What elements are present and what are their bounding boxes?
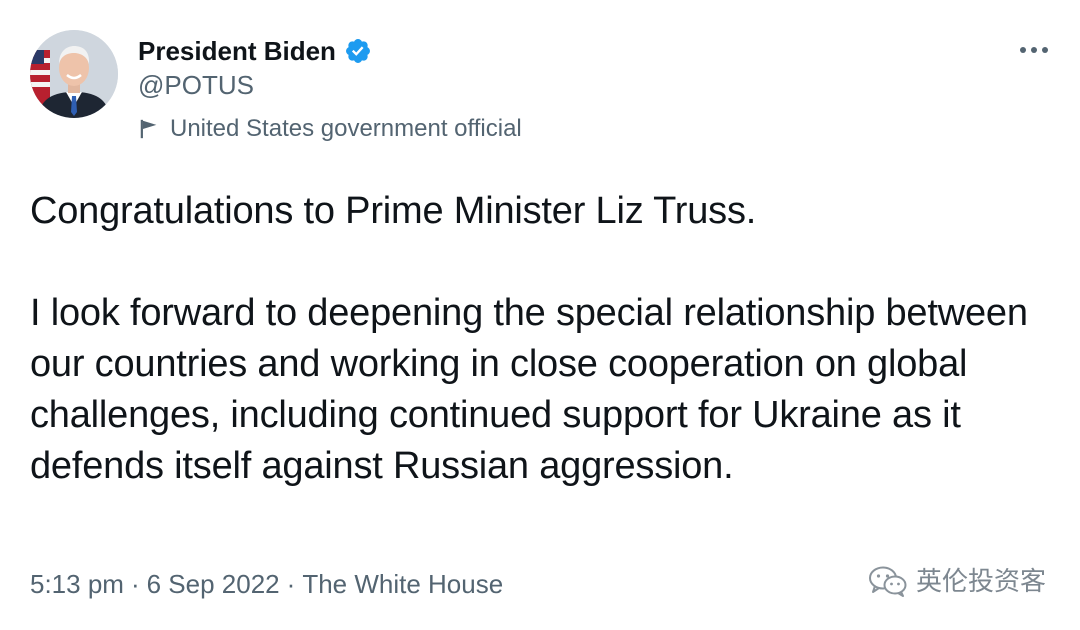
author-display-name[interactable]: President Biden	[138, 36, 336, 66]
tweet-date[interactable]: 6 Sep 2022	[147, 567, 280, 601]
watermark: 英伦投资客	[868, 564, 1046, 598]
more-horizontal-icon	[1020, 47, 1048, 53]
avatar[interactable]	[30, 30, 118, 118]
meta-separator: ·	[130, 569, 140, 599]
wechat-icon	[868, 566, 907, 597]
author-name-row: President Biden	[138, 34, 372, 68]
tweet-meta: 5:13 pm · 6 Sep 2022 · The White House	[30, 567, 503, 601]
government-label[interactable]: United States government official	[138, 114, 522, 144]
author-handle[interactable]: @POTUS	[138, 70, 254, 100]
flag-icon	[140, 119, 157, 139]
tweet-text: Congratulations to Prime Minister Liz Tr…	[30, 186, 1060, 492]
tweet-time[interactable]: 5:13 pm	[30, 567, 124, 601]
more-options-button[interactable]	[1016, 38, 1052, 62]
government-label-text: United States government official	[170, 115, 522, 142]
tweet-card: President Biden @POTUS United States gov…	[0, 0, 1080, 630]
watermark-text: 英伦投资客	[915, 566, 1046, 596]
verified-badge-icon	[345, 39, 370, 63]
tweet-paragraph: Congratulations to Prime Minister Liz Tr…	[30, 190, 757, 232]
avatar-photo-icon	[30, 30, 118, 118]
meta-separator: ·	[286, 569, 296, 599]
tweet-source[interactable]: The White House	[302, 567, 503, 601]
tweet-paragraph: I look forward to deepening the special …	[30, 292, 1028, 487]
